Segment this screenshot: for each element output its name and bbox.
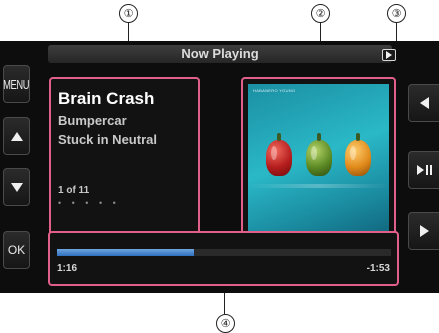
album-art: HABANERO YOUNG: [248, 84, 389, 244]
ok-button-label: OK: [7, 243, 26, 257]
progress-fill: [57, 249, 194, 256]
play-state-icon: [382, 49, 396, 61]
progress-panel: 1:16 -1:53: [48, 231, 399, 286]
menu-button-label: MENU: [3, 76, 30, 92]
previous-track-icon: [419, 97, 429, 109]
page-title: Now Playing: [48, 45, 392, 63]
ok-button[interactable]: OK: [3, 231, 30, 269]
track-info-panel: Brain Crash Bumpercar Stuck in Neutral 1…: [49, 77, 200, 249]
now-playing-screen: Now Playing MENU OK Brain Crash Bumperca…: [0, 41, 439, 293]
track-artist: Bumpercar: [58, 113, 127, 128]
remaining-time: -1:53: [366, 263, 390, 274]
elapsed-time: 1:16: [57, 263, 78, 274]
scroll-up-button[interactable]: [3, 117, 30, 155]
track-album: Stuck in Neutral: [58, 132, 157, 147]
previous-track-button[interactable]: [408, 84, 439, 122]
red-pepper-icon: [266, 133, 292, 176]
play-state-triangle: [386, 51, 392, 59]
callout-1: ①: [119, 4, 138, 23]
album-art-caption: HABANERO YOUNG: [253, 88, 296, 93]
album-art-floor: [248, 184, 389, 188]
callout-2: ②: [311, 4, 330, 23]
next-track-icon: [419, 225, 429, 237]
green-pepper-icon: [306, 133, 332, 176]
callout-4: ④: [216, 314, 235, 333]
scroll-down-button[interactable]: [3, 168, 30, 206]
progress-bar[interactable]: [57, 249, 391, 256]
menu-button[interactable]: MENU: [3, 65, 30, 103]
play-pause-button[interactable]: [408, 151, 439, 189]
play-pause-icon: [416, 165, 432, 175]
up-arrow-icon: [10, 131, 23, 141]
down-arrow-icon: [10, 182, 23, 192]
track-position: 1 of 11: [58, 185, 90, 196]
track-position-dots: • • • • •: [58, 198, 120, 208]
callout-3: ③: [387, 4, 406, 23]
orange-pepper-icon: [345, 133, 371, 176]
album-art-panel: HABANERO YOUNG: [241, 77, 396, 251]
next-track-button[interactable]: [408, 212, 439, 250]
track-title: Brain Crash: [58, 89, 155, 108]
